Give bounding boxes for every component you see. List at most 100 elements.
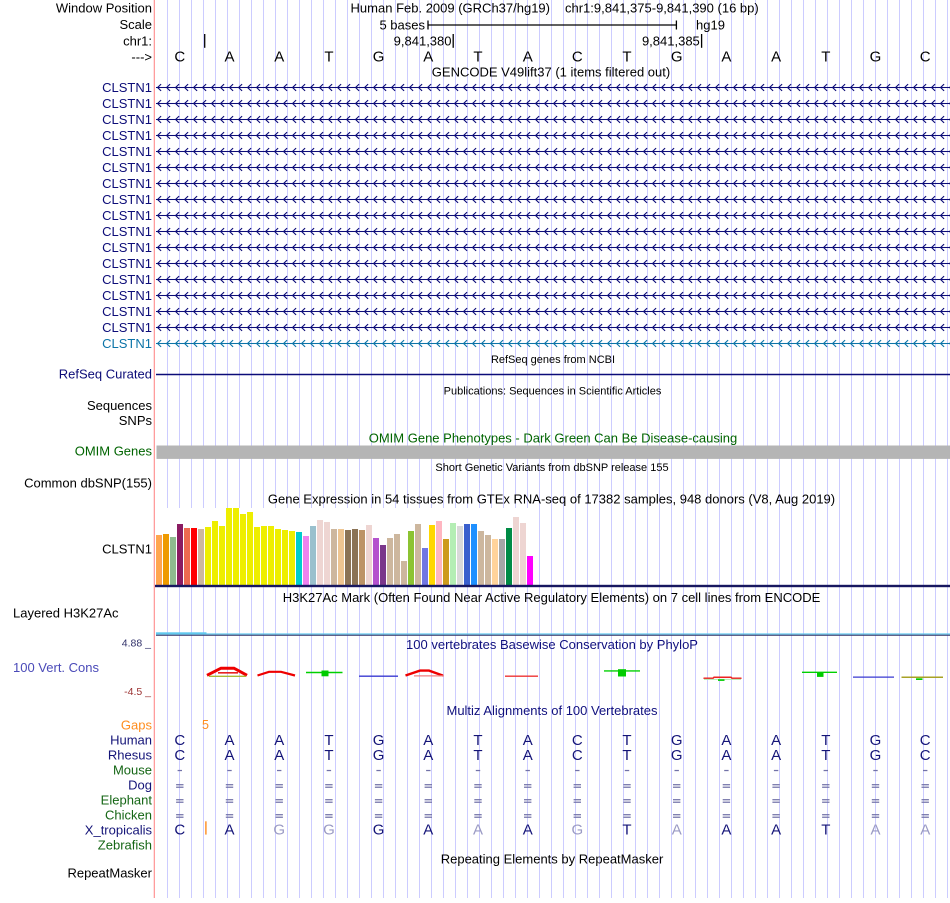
svg-text:CLSTN1: CLSTN1 bbox=[102, 288, 152, 303]
svg-text:5 bases: 5 bases bbox=[379, 18, 425, 33]
svg-text:X_tropicalis: X_tropicalis bbox=[85, 823, 153, 838]
svg-text:A: A bbox=[523, 747, 533, 764]
svg-text:Mouse: Mouse bbox=[113, 763, 152, 778]
svg-text:T: T bbox=[821, 49, 830, 66]
svg-text:Gene Expression in 54 tissues: Gene Expression in 54 tissues from GTEx … bbox=[268, 492, 835, 507]
svg-text:Sequences: Sequences bbox=[87, 398, 153, 413]
svg-text:CLSTN1: CLSTN1 bbox=[102, 256, 152, 271]
svg-text:A: A bbox=[672, 822, 682, 839]
svg-text:G: G bbox=[671, 49, 683, 66]
svg-text:Repeating Elements by RepeatMa: Repeating Elements by RepeatMasker bbox=[441, 852, 664, 867]
svg-text:Common dbSNP(155): Common dbSNP(155) bbox=[24, 476, 152, 491]
svg-text:CLSTN1: CLSTN1 bbox=[102, 128, 152, 143]
svg-text:T: T bbox=[622, 49, 631, 66]
svg-text:A: A bbox=[423, 49, 433, 66]
svg-text:A: A bbox=[771, 747, 781, 764]
svg-text:4.88 _: 4.88 _ bbox=[122, 637, 151, 649]
svg-text:CLSTN1: CLSTN1 bbox=[102, 160, 152, 175]
svg-text:T: T bbox=[821, 822, 830, 839]
svg-text:Human Feb. 2009 (GRCh37/hg19): Human Feb. 2009 (GRCh37/hg19) bbox=[351, 1, 550, 16]
svg-text:CLSTN1: CLSTN1 bbox=[102, 336, 152, 351]
svg-text:Chicken: Chicken bbox=[105, 808, 152, 823]
svg-text:Layered H3K27Ac: Layered H3K27Ac bbox=[13, 605, 119, 620]
svg-text:G: G bbox=[373, 822, 385, 839]
svg-text:A: A bbox=[224, 747, 234, 764]
svg-text:T: T bbox=[821, 747, 830, 764]
svg-text:Dog: Dog bbox=[128, 778, 152, 793]
svg-text:Window Position: Window Position bbox=[56, 1, 152, 16]
svg-text:A: A bbox=[721, 822, 731, 839]
svg-text:GENCODE V49lift37 (1 items fil: GENCODE V49lift37 (1 items filtered out) bbox=[432, 65, 670, 80]
svg-text:T: T bbox=[622, 822, 631, 839]
svg-text:CLSTN1: CLSTN1 bbox=[102, 80, 152, 95]
svg-text:CLSTN1: CLSTN1 bbox=[102, 192, 152, 207]
svg-text:RepeatMasker: RepeatMasker bbox=[67, 866, 152, 881]
svg-text:CLSTN1: CLSTN1 bbox=[102, 144, 152, 159]
svg-text:Multiz Alignments of 100 Verte: Multiz Alignments of 100 Vertebrates bbox=[446, 703, 658, 718]
svg-text:CLSTN1: CLSTN1 bbox=[102, 96, 152, 111]
svg-text:CLSTN1: CLSTN1 bbox=[102, 112, 152, 127]
svg-text:T: T bbox=[324, 747, 333, 764]
svg-text:T: T bbox=[324, 49, 333, 66]
svg-text:T: T bbox=[473, 747, 482, 764]
svg-text:G: G bbox=[323, 822, 335, 839]
svg-text:Rhesus: Rhesus bbox=[108, 748, 153, 763]
svg-text:RefSeq genes from NCBI: RefSeq genes from NCBI bbox=[491, 354, 615, 366]
svg-text:C: C bbox=[174, 49, 185, 66]
svg-text:100 vertebrates Basewise Conse: 100 vertebrates Basewise Conservation by… bbox=[406, 637, 698, 652]
svg-text:CLSTN1: CLSTN1 bbox=[102, 176, 152, 191]
svg-text:CLSTN1: CLSTN1 bbox=[102, 304, 152, 319]
svg-text:OMIM Gene Phenotypes - Dark Gr: OMIM Gene Phenotypes - Dark Green Can Be… bbox=[369, 431, 738, 446]
svg-text:A: A bbox=[423, 747, 433, 764]
svg-text:C: C bbox=[572, 747, 583, 764]
svg-text:-4.5 _: -4.5 _ bbox=[124, 686, 151, 698]
svg-text:Elephant: Elephant bbox=[101, 793, 153, 808]
svg-text:Gaps: Gaps bbox=[121, 718, 153, 733]
svg-text:A: A bbox=[721, 747, 731, 764]
svg-text:Human: Human bbox=[110, 733, 152, 748]
svg-text:chr1:9,841,375-9,841,390 (16 b: chr1:9,841,375-9,841,390 (16 bp) bbox=[565, 1, 759, 16]
svg-text:SNPs: SNPs bbox=[119, 413, 153, 428]
svg-text:RefSeq Curated: RefSeq Curated bbox=[59, 367, 152, 382]
svg-text:C: C bbox=[174, 822, 185, 839]
svg-text:A: A bbox=[274, 49, 284, 66]
svg-text:A: A bbox=[473, 822, 483, 839]
svg-text:G: G bbox=[671, 747, 683, 764]
svg-text:A: A bbox=[224, 822, 234, 839]
svg-text:Scale: Scale bbox=[119, 17, 152, 32]
svg-text:G: G bbox=[373, 747, 385, 764]
svg-text:A: A bbox=[523, 822, 533, 839]
svg-text:100 Vert. Cons: 100 Vert. Cons bbox=[13, 660, 99, 675]
svg-text:Short Genetic Variants from db: Short Genetic Variants from dbSNP releas… bbox=[435, 462, 668, 474]
svg-text:--->: ---> bbox=[131, 50, 152, 65]
svg-text:Publications: Sequences in Sci: Publications: Sequences in Scientific Ar… bbox=[444, 386, 662, 398]
svg-text:chr1:: chr1: bbox=[123, 34, 152, 49]
svg-text:T: T bbox=[622, 747, 631, 764]
svg-text:A: A bbox=[423, 822, 433, 839]
svg-text:A: A bbox=[224, 49, 234, 66]
svg-text:CLSTN1: CLSTN1 bbox=[102, 272, 152, 287]
svg-text:G: G bbox=[870, 747, 882, 764]
svg-text:A: A bbox=[523, 49, 533, 66]
svg-text:5: 5 bbox=[202, 718, 209, 732]
svg-text:C: C bbox=[920, 49, 931, 66]
svg-text:T: T bbox=[473, 49, 482, 66]
svg-text:G: G bbox=[571, 822, 583, 839]
svg-text:A: A bbox=[274, 747, 284, 764]
svg-text:H3K27Ac Mark (Often Found Near: H3K27Ac Mark (Often Found Near Active Re… bbox=[283, 590, 821, 605]
svg-text:CLSTN1: CLSTN1 bbox=[102, 224, 152, 239]
svg-text:A: A bbox=[721, 49, 731, 66]
svg-text:C: C bbox=[572, 49, 583, 66]
svg-text:Zebrafish: Zebrafish bbox=[98, 838, 152, 853]
svg-text:9,841,385: 9,841,385 bbox=[642, 34, 700, 49]
svg-text:9,841,380: 9,841,380 bbox=[394, 34, 452, 49]
svg-text:CLSTN1: CLSTN1 bbox=[102, 208, 152, 223]
svg-text:G: G bbox=[273, 822, 285, 839]
svg-text:A: A bbox=[771, 49, 781, 66]
svg-text:C: C bbox=[174, 747, 185, 764]
svg-text:G: G bbox=[870, 49, 882, 66]
svg-text:C: C bbox=[920, 747, 931, 764]
svg-text:A: A bbox=[920, 822, 930, 839]
svg-text:CLSTN1: CLSTN1 bbox=[102, 542, 152, 557]
svg-text:CLSTN1: CLSTN1 bbox=[102, 320, 152, 335]
